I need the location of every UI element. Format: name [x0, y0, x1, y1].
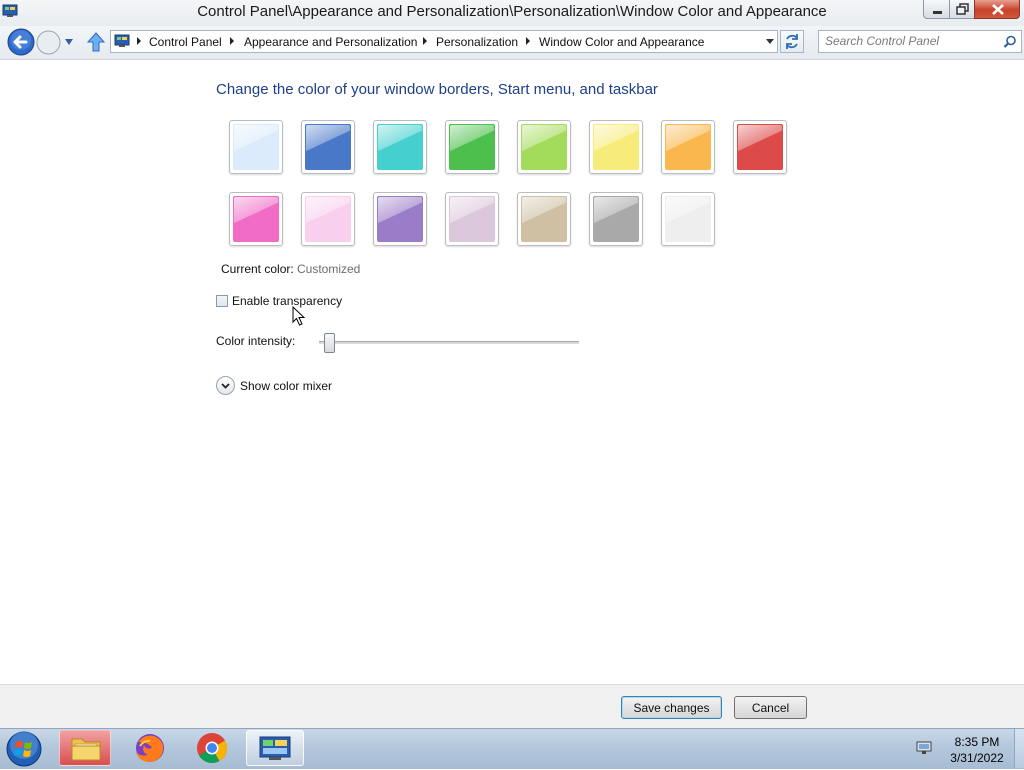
breadcrumb-separator-icon[interactable] — [526, 37, 530, 45]
swatch-chocolate[interactable] — [589, 192, 643, 246]
swatch-leaf[interactable] — [445, 120, 499, 174]
swatch-sea[interactable] — [373, 120, 427, 174]
search-input[interactable] — [825, 33, 995, 49]
restore-icon — [956, 3, 969, 15]
swatch-fuchsia[interactable] — [229, 192, 283, 246]
swatch-slate[interactable] — [661, 192, 715, 246]
color-intensity-label: Color intensity: — [216, 334, 296, 348]
folder-icon — [71, 738, 101, 761]
title-bar: Control Panel\Appearance and Personaliza… — [0, 0, 1024, 26]
close-button[interactable] — [974, 0, 1020, 19]
breadcrumb-separator-icon[interactable] — [423, 37, 427, 45]
taskbar-control-panel[interactable] — [246, 730, 304, 766]
swatch-fill — [449, 196, 495, 242]
close-icon — [992, 4, 1004, 15]
refresh-icon — [786, 34, 798, 49]
swatch-fill — [521, 124, 567, 170]
up-one-level-button[interactable] — [86, 31, 106, 53]
breadcrumb-personalization[interactable]: Personalization — [436, 35, 518, 49]
show-desktop-button[interactable] — [1014, 729, 1024, 768]
swatch-fill — [593, 124, 639, 170]
window-title: Control Panel\Appearance and Personaliza… — [197, 3, 827, 20]
swatch-fill — [449, 124, 495, 170]
control-panel-icon — [114, 34, 130, 47]
swatch-fill — [377, 196, 423, 242]
firefox-icon — [136, 734, 164, 762]
page-heading: Change the color of your window borders,… — [216, 81, 658, 98]
swatch-ruby[interactable] — [733, 120, 787, 174]
taskbar-file-explorer[interactable] — [59, 730, 111, 766]
show-color-mixer-label[interactable]: Show color mixer — [240, 379, 332, 393]
restore-button[interactable] — [949, 0, 975, 19]
swatch-lime[interactable] — [517, 120, 571, 174]
breadcrumb-separator-icon[interactable] — [230, 37, 234, 45]
swatch-fill — [377, 124, 423, 170]
taskbar-firefox[interactable] — [124, 730, 176, 766]
swatch-fill — [305, 124, 351, 170]
clock-date[interactable]: 3/31/2022 — [945, 751, 1009, 765]
start-button[interactable] — [4, 730, 44, 768]
swatch-fill — [665, 124, 711, 170]
swatch-taupe[interactable] — [517, 192, 571, 246]
address-history-dropdown-icon[interactable] — [766, 39, 774, 44]
enable-transparency-label[interactable]: Enable transparency — [232, 294, 342, 308]
refresh-button[interactable] — [780, 30, 804, 53]
swatch-sun[interactable] — [589, 120, 643, 174]
swatch-fill — [737, 124, 783, 170]
back-button[interactable] — [7, 28, 35, 56]
save-changes-button[interactable]: Save changes — [621, 696, 722, 719]
recent-pages-dropdown[interactable] — [63, 37, 75, 47]
clock-time[interactable]: 8:35 PM — [945, 735, 1009, 749]
breadcrumb-window-color[interactable]: Window Color and Appearance — [539, 35, 704, 49]
taskbar-chrome[interactable] — [186, 730, 238, 766]
network-icon[interactable] — [915, 740, 933, 756]
breadcrumb-separator-icon[interactable] — [137, 37, 141, 45]
cancel-button[interactable]: Cancel — [734, 696, 807, 719]
command-bar: Save changes Cancel — [0, 684, 1024, 729]
forward-button[interactable] — [36, 30, 61, 55]
swatch-sky[interactable] — [229, 120, 283, 174]
swatch-twilight[interactable] — [301, 120, 355, 174]
swatch-fill — [305, 196, 351, 242]
swatch-violet[interactable] — [373, 192, 427, 246]
swatch-blush[interactable] — [301, 192, 355, 246]
chrome-icon — [197, 733, 228, 764]
show-color-mixer-button[interactable] — [216, 376, 235, 395]
breadcrumb-appearance-personalization[interactable]: Appearance and Personalization — [244, 35, 417, 49]
navigation-bar: Control Panel Appearance and Personaliza… — [0, 26, 1024, 60]
minimize-button[interactable] — [923, 0, 950, 19]
breadcrumb[interactable]: Control Panel Appearance and Personaliza… — [110, 30, 778, 53]
mouse-cursor-icon — [292, 306, 306, 326]
swatch-fill — [593, 196, 639, 242]
search-box[interactable] — [818, 30, 1022, 53]
swatch-lavender[interactable] — [445, 192, 499, 246]
swatch-fill — [233, 124, 279, 170]
color-intensity-slider[interactable] — [319, 341, 579, 344]
chevron-down-icon — [221, 383, 230, 389]
color-intensity-slider-thumb[interactable] — [324, 333, 335, 353]
breadcrumb-control-panel[interactable]: Control Panel — [149, 35, 222, 49]
swatch-fill — [521, 196, 567, 242]
current-color-label: Current color: — [221, 262, 294, 276]
swatch-fill — [665, 196, 711, 242]
current-color-value: Customized — [297, 262, 361, 276]
swatch-fill — [233, 196, 279, 242]
minimize-icon — [933, 11, 942, 14]
search-icon[interactable] — [1003, 35, 1017, 49]
control-panel-icon — [259, 736, 291, 760]
enable-transparency-checkbox[interactable] — [216, 295, 228, 307]
swatch-pumpkin[interactable] — [661, 120, 715, 174]
taskbar: 8:35 PM 3/31/2022 — [0, 728, 1024, 769]
